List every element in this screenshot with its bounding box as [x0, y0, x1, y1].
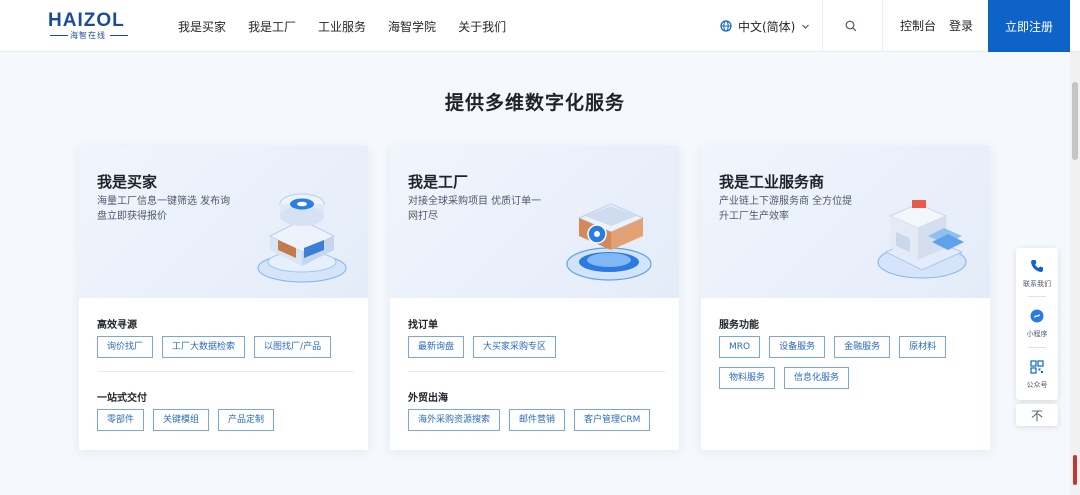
factory-card: 我是工厂 对接全球采购项目 优质订单一网打尽 找订单 最新询盘 大买家采购专区 …	[390, 146, 679, 450]
search-button[interactable]	[840, 15, 862, 37]
contact-us-label: 联系我们	[1023, 280, 1051, 288]
tag-product-customization[interactable]: 产品定制	[218, 409, 275, 431]
scroll-indicator	[1073, 455, 1077, 485]
back-to-top-button[interactable]: 不	[1016, 404, 1058, 426]
card-divider	[97, 371, 354, 372]
tag-financial-service[interactable]: 金融服务	[834, 336, 891, 358]
buyer-card: 我是买家 海量工厂信息一键筛选 发布询盘立即获得报价 高效寻源 询价找厂 工厂大…	[79, 146, 368, 450]
card-description: 海量工厂信息一键筛选 发布询盘立即获得报价	[97, 196, 231, 222]
group-label: 找订单	[408, 320, 438, 331]
tag-list: 海外采购资源搜索 邮件营销 客户管理CRM	[408, 409, 669, 440]
tag-big-buyer-zone[interactable]: 大买家采购专区	[473, 336, 557, 358]
nav-item-buyer[interactable]: 我是买家	[178, 18, 226, 35]
nav-item-about[interactable]: 关于我们	[458, 18, 506, 35]
tag-overseas-sourcing-search[interactable]: 海外采购资源搜索	[408, 409, 501, 431]
official-account-button[interactable]: 公众号	[1016, 359, 1058, 390]
tag-list: 零部件 关键模组 产品定制	[97, 409, 358, 440]
scrollbar-thumb[interactable]	[1072, 82, 1078, 160]
float-divider	[1028, 296, 1046, 297]
mini-program-button[interactable]: 小程序	[1016, 308, 1058, 339]
tag-crm[interactable]: 客户管理CRM	[574, 409, 651, 431]
logo-line-right	[110, 35, 128, 36]
card-title: 我是工业服务商	[719, 173, 825, 191]
main-nav: 我是买家 我是工厂 工业服务 海智学院 关于我们	[178, 0, 528, 52]
chevron-down-icon	[802, 24, 810, 29]
floating-contact-bar: 联系我们 小程序 公众号	[1016, 248, 1058, 400]
card-title: 我是工厂	[408, 173, 469, 191]
tag-informatization-service[interactable]: 信息化服务	[784, 367, 850, 389]
language-selector[interactable]: 中文(简体)	[720, 0, 816, 52]
tag-list: 询价找厂 工厂大数据检索 以图找厂/产品	[97, 336, 358, 367]
tag-material-service[interactable]: 物料服务	[719, 367, 776, 389]
tag-inquiry-find-factory[interactable]: 询价找厂	[97, 336, 154, 358]
language-label: 中文(简体)	[738, 19, 796, 34]
buyer-illustration-icon	[257, 193, 347, 283]
card-description: 对接全球采购项目 优质订单一网打尽	[408, 196, 542, 222]
tag-list: MRO 设备服务 金融服务 原材料 物料服务 信息化服务	[719, 336, 969, 398]
float-divider	[1028, 347, 1046, 348]
top-header: HAIZOL 海智在线 我是买家 我是工厂 工业服务 海智学院 关于我们 中文(…	[0, 0, 1080, 52]
tag-image-search[interactable]: 以图找厂/产品	[254, 336, 332, 358]
tag-latest-inquiries[interactable]: 最新询盘	[408, 336, 465, 358]
contact-us-button[interactable]: 联系我们	[1016, 258, 1058, 289]
group-label: 一站式交付	[97, 393, 147, 404]
group-label: 高效寻源	[97, 320, 137, 331]
header-divider	[822, 0, 823, 52]
service-provider-card: 我是工业服务商 产业链上下游服务商 全方位提升工厂生产效率 服务功能 MRO 设…	[701, 146, 990, 450]
card-header: 我是工业服务商 产业链上下游服务商 全方位提升工厂生产效率	[701, 146, 990, 298]
card-title: 我是买家	[97, 173, 158, 191]
logo-text: HAIZOL	[48, 10, 125, 31]
logo-subtitle: 海智在线	[70, 31, 106, 40]
card-divider	[408, 371, 665, 372]
login-link[interactable]: 登录	[949, 0, 973, 52]
logo-line-left	[50, 35, 68, 36]
tag-equipment-service[interactable]: 设备服务	[769, 336, 826, 358]
tag-parts[interactable]: 零部件	[97, 409, 145, 431]
qr-code-icon	[1030, 360, 1044, 374]
card-header: 我是买家 海量工厂信息一键筛选 发布询盘立即获得报价	[79, 146, 368, 298]
tag-key-modules[interactable]: 关键模组	[153, 409, 210, 431]
mini-program-icon	[1030, 309, 1044, 323]
header-divider	[882, 0, 883, 52]
tag-list: 最新询盘 大买家采购专区	[408, 336, 669, 367]
tag-email-marketing[interactable]: 邮件营销	[509, 409, 566, 431]
nav-item-factory[interactable]: 我是工厂	[248, 18, 296, 35]
globe-icon	[720, 20, 732, 32]
nav-item-academy[interactable]: 海智学院	[388, 18, 436, 35]
tag-raw-materials[interactable]: 原材料	[899, 336, 947, 358]
group-label: 服务功能	[719, 320, 759, 331]
section-title: 提供多维数字化服务	[444, 92, 625, 114]
register-button[interactable]: 立即注册	[988, 0, 1070, 52]
official-account-label: 公众号	[1026, 381, 1048, 389]
nav-item-industrial-service[interactable]: 工业服务	[318, 18, 366, 35]
phone-icon	[1031, 260, 1043, 272]
card-description: 产业链上下游服务商 全方位提升工厂生产效率	[719, 196, 853, 222]
haizol-logo[interactable]: HAIZOL 海智在线	[48, 10, 132, 40]
factory-illustration-icon	[566, 203, 652, 281]
tag-mro[interactable]: MRO	[719, 336, 761, 358]
console-link[interactable]: 控制台	[900, 0, 936, 52]
search-icon	[845, 20, 857, 32]
service-illustration-icon	[877, 200, 967, 279]
mini-program-label: 小程序	[1026, 330, 1048, 338]
group-label: 外贸出海	[408, 393, 448, 404]
card-header: 我是工厂 对接全球采购项目 优质订单一网打尽	[390, 146, 679, 298]
tag-factory-big-data-search[interactable]: 工厂大数据检索	[162, 336, 246, 358]
